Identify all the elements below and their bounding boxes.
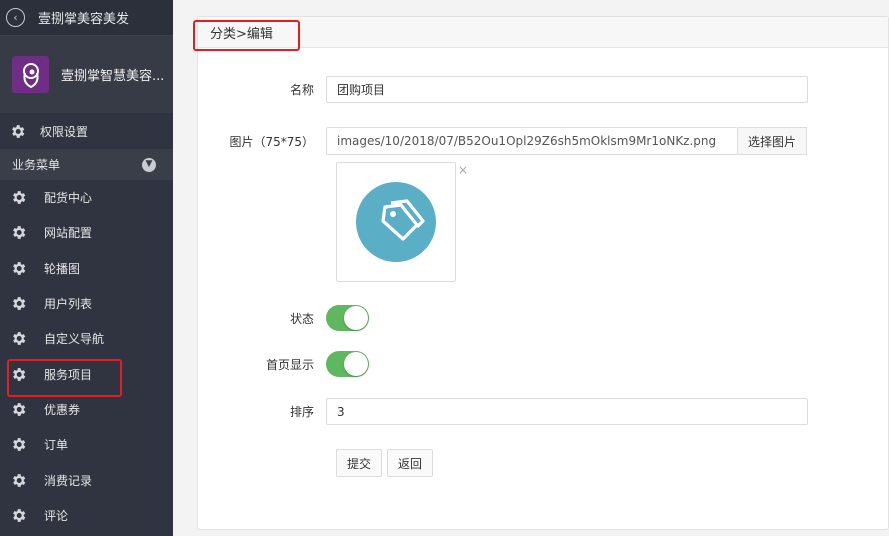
menu-section-label: 业务菜单 bbox=[12, 158, 61, 172]
sidebar-item-label: 自定义导航 bbox=[44, 332, 105, 347]
panel-header: 分类>编辑 bbox=[198, 17, 888, 48]
name-label: 名称 bbox=[289, 83, 314, 97]
actions-row: 提交 返回 bbox=[198, 449, 889, 477]
image-row: 图片（75*75） images/10/2018/07/B52Ou1Opl29Z… bbox=[198, 127, 889, 155]
sidebar-item-label: 服务项目 bbox=[44, 367, 93, 382]
status-toggle[interactable] bbox=[326, 305, 369, 331]
sidebar-item-label: 消费记录 bbox=[44, 473, 93, 488]
order-input[interactable]: 3 bbox=[326, 398, 808, 425]
gear-icon bbox=[13, 332, 26, 346]
sidebar-item[interactable]: 优惠券 bbox=[0, 392, 173, 427]
gear-icon bbox=[13, 473, 26, 487]
sidebar-item-label: 网站配置 bbox=[44, 226, 93, 241]
toggle-knob bbox=[344, 306, 368, 330]
sidebar-item[interactable]: 网站配置 bbox=[0, 215, 173, 250]
gear-icon bbox=[13, 297, 26, 310]
sidebar-item-label: 评论 bbox=[44, 508, 69, 523]
home-display-toggle[interactable] bbox=[326, 351, 369, 377]
sidebar-item-label: 订单 bbox=[44, 438, 69, 453]
sidebar-item[interactable]: 自定义导航 bbox=[0, 321, 173, 356]
name-input[interactable]: 团购项目 bbox=[326, 76, 808, 103]
sidebar-item-label: 配货中心 bbox=[44, 191, 93, 206]
sidebar-item-label: 用户列表 bbox=[44, 297, 93, 312]
tag-icon bbox=[356, 182, 436, 262]
image-label: 图片（75*75） bbox=[229, 134, 314, 149]
status-label: 状态 bbox=[289, 311, 314, 326]
sidebar-item[interactable]: 订单 bbox=[0, 427, 173, 462]
woman-silhouette-icon bbox=[22, 62, 39, 88]
gear-icon bbox=[13, 261, 26, 275]
back-icon[interactable]: ‹ bbox=[6, 8, 25, 27]
sidebar: ‹ 壹捌掌美容美发 壹捌掌智慧美容... 权限设置 业务菜单 ▼ 配货中心网站配… bbox=[0, 0, 173, 536]
home-display-label: 首页显示 bbox=[265, 357, 314, 372]
order-row: 排序 3 bbox=[198, 398, 889, 425]
main-content: 分类>编辑 名称 团购项目 图片（75*75） images/10/2018/0… bbox=[173, 0, 889, 536]
submit-button[interactable]: 提交 bbox=[336, 449, 383, 477]
brand-logo bbox=[12, 56, 49, 93]
breadcrumb: 分类>编辑 bbox=[210, 26, 273, 42]
sidebar-item-label: 权限设置 bbox=[40, 124, 89, 139]
sidebar-item-permissions[interactable]: 权限设置 bbox=[0, 113, 173, 149]
gear-icon bbox=[13, 508, 26, 522]
name-row: 名称 团购项目 bbox=[198, 76, 889, 103]
gear-icon bbox=[13, 367, 26, 381]
order-label: 排序 bbox=[289, 405, 314, 419]
gear-icon bbox=[13, 438, 26, 452]
gear-icon bbox=[13, 403, 26, 416]
back-button[interactable]: 返回 bbox=[387, 449, 434, 477]
home-display-row: 首页显示 bbox=[198, 351, 889, 377]
choose-image-button[interactable]: 选择图片 bbox=[738, 127, 808, 155]
app-title: 壹捌掌美容美发 bbox=[38, 12, 130, 27]
status-row: 状态 bbox=[198, 305, 889, 331]
remove-image-icon[interactable]: × bbox=[458, 163, 468, 177]
toggle-knob bbox=[344, 352, 368, 376]
sidebar-header: ‹ 壹捌掌美容美发 bbox=[0, 0, 173, 36]
brand-name: 壹捌掌智慧美容... bbox=[61, 69, 165, 84]
brand-block: 壹捌掌智慧美容... bbox=[0, 36, 173, 113]
sidebar-item[interactable]: 评论 bbox=[0, 498, 173, 533]
gear-icon bbox=[12, 124, 25, 138]
sidebar-item[interactable]: 服务项目 bbox=[0, 356, 173, 391]
gear-icon bbox=[13, 226, 26, 240]
menu-list: 配货中心网站配置轮播图用户列表自定义导航服务项目优惠券订单消费记录评论 bbox=[0, 180, 173, 533]
menu-section-header[interactable]: 业务菜单 ▼ bbox=[0, 149, 173, 180]
image-preview bbox=[336, 162, 456, 282]
sidebar-item-label: 优惠券 bbox=[44, 402, 81, 417]
chevron-down-icon[interactable]: ▼ bbox=[142, 157, 156, 172]
image-path-input[interactable]: images/10/2018/07/B52Ou1Opl29Z6sh5mOklsm… bbox=[326, 127, 738, 155]
sidebar-item[interactable]: 消费记录 bbox=[0, 462, 173, 497]
sidebar-item[interactable]: 配货中心 bbox=[0, 180, 173, 215]
gear-icon bbox=[13, 191, 26, 205]
edit-panel: 分类>编辑 名称 团购项目 图片（75*75） images/10/2018/0… bbox=[193, 16, 889, 530]
sidebar-item-label: 轮播图 bbox=[44, 261, 81, 276]
sidebar-item[interactable]: 轮播图 bbox=[0, 251, 173, 286]
sidebar-item[interactable]: 用户列表 bbox=[0, 286, 173, 321]
